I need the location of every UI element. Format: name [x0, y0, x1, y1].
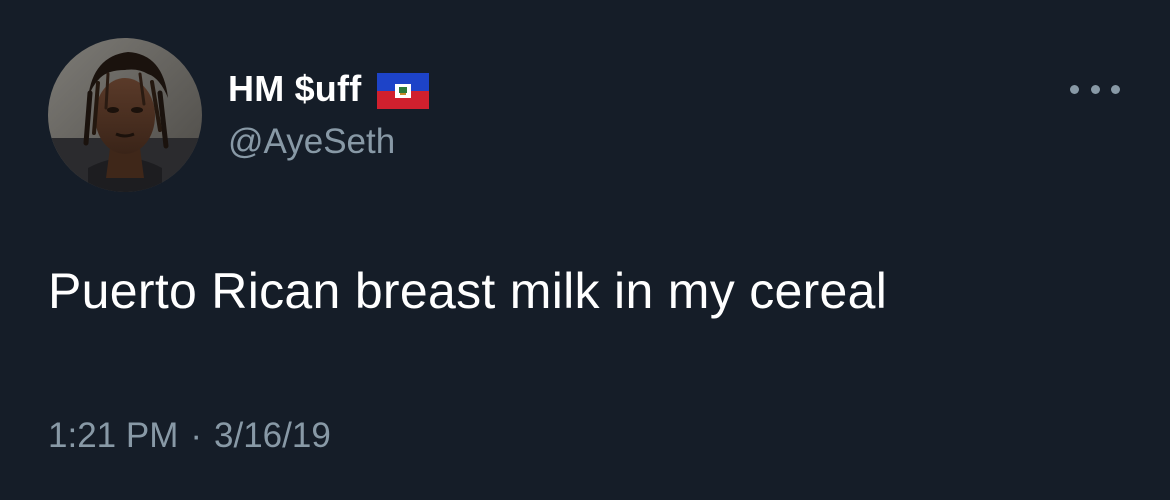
tweet-time[interactable]: 1:21 PM	[48, 416, 178, 455]
more-options-icon[interactable]	[1066, 78, 1124, 100]
more-dot	[1111, 84, 1120, 94]
display-name-row: HM $uff	[228, 66, 430, 112]
more-dot	[1090, 84, 1100, 94]
tweet-card: HM $uff @AyeSeth Puerto Rican breast mil…	[0, 0, 1170, 500]
tweet-meta: 1:21 PM · 3/16/19	[48, 416, 331, 456]
avatar[interactable]	[48, 38, 202, 192]
avatar-image	[48, 38, 202, 192]
user-handle[interactable]: @AyeSeth	[228, 122, 395, 162]
tweet-text: Puerto Rican breast milk in my cereal	[48, 263, 888, 319]
meta-separator: ·	[190, 416, 203, 455]
tweet-date[interactable]: 3/16/19	[214, 416, 331, 455]
display-name[interactable]: HM $uff	[228, 68, 361, 110]
more-dot	[1070, 84, 1079, 94]
haiti-flag-icon	[377, 73, 430, 109]
